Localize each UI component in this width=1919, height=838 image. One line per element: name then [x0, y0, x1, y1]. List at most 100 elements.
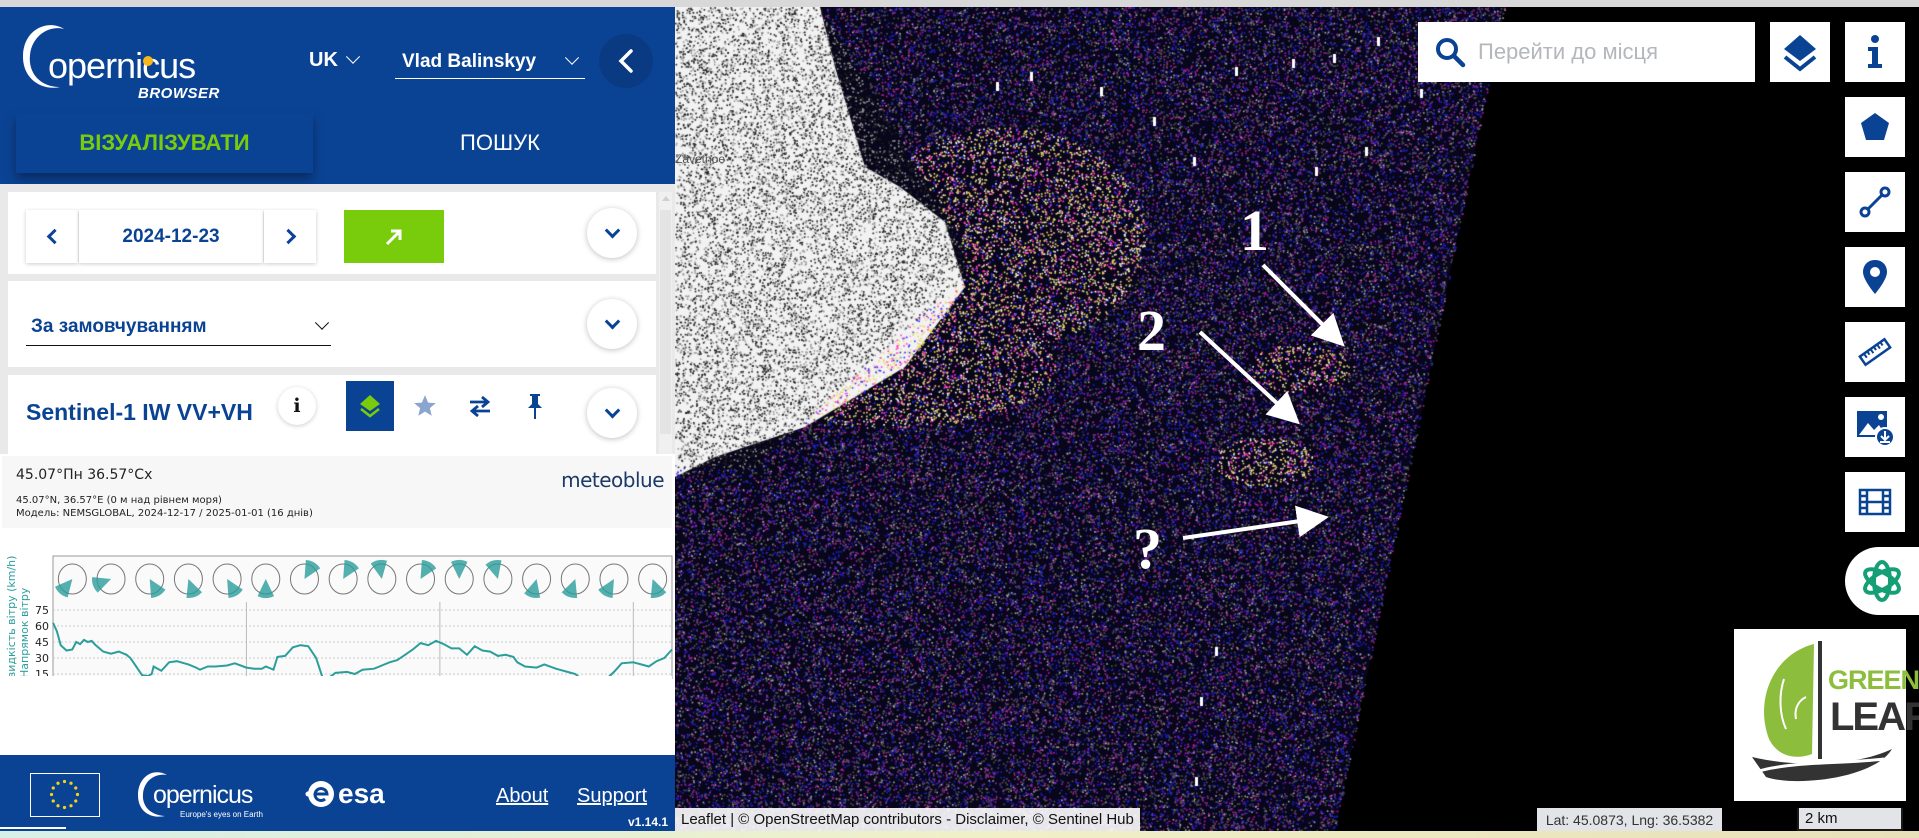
compare-button[interactable] — [456, 381, 504, 431]
esa-word: esa — [338, 778, 385, 809]
draw-line-button[interactable] — [1845, 172, 1905, 232]
layer-title: Sentinel-1 IW VV+VH — [26, 399, 253, 425]
copernicus-footer-logo[interactable]: opernicus Europe's eyes on Earth — [135, 767, 275, 822]
esa-emblem-icon — [305, 781, 334, 807]
panel-area: 2024-12-23 За замовчуванням Sentinel-1 I… — [0, 184, 675, 454]
go-to-date-button[interactable] — [344, 210, 444, 263]
eu-star-icon — [69, 804, 73, 808]
date-input[interactable]: 2024-12-23 — [79, 210, 263, 263]
meteoblue-widget: 45.07°Пн 36.57°Сх 45.07°N, 36.57°E (0 м … — [0, 454, 675, 762]
support-link[interactable]: Support — [577, 785, 647, 808]
favorite-button[interactable] — [401, 381, 449, 431]
tab-visualize-label: ВІЗУАЛІЗУВАТИ — [79, 130, 250, 155]
star-icon — [414, 395, 436, 416]
tab-visualize[interactable]: ВІЗУАЛІЗУВАТИ — [16, 113, 313, 173]
layer-info-button[interactable]: i — [278, 387, 316, 425]
chevron-down-icon — [314, 315, 330, 330]
copernicus-browser-logo[interactable]: opernicus BROWSER — [18, 17, 233, 102]
collapse-sidebar-button[interactable] — [599, 34, 653, 88]
timelapse-button[interactable] — [1845, 472, 1905, 532]
chevron-down-icon — [604, 402, 620, 418]
compare-icon — [469, 395, 491, 418]
sidebar-footer: opernicus Europe's eyes on Earth esa Abo… — [0, 755, 675, 831]
measure-button[interactable] — [1845, 322, 1905, 382]
meteoblue-coordinates: 45.07°Пн 36.57°Сх — [16, 467, 153, 483]
about-link[interactable]: About — [496, 785, 548, 808]
footer-logo-word: opernicus — [153, 781, 253, 809]
expand-date-button[interactable] — [587, 208, 637, 258]
y-axis-label-direction: Напрямок вітру — [18, 587, 31, 678]
chevron-left-icon — [46, 228, 62, 245]
polygon-icon — [1861, 113, 1889, 140]
arrow-2-icon — [1198, 330, 1300, 425]
line-icon — [1859, 186, 1891, 218]
info-button[interactable] — [1845, 22, 1905, 82]
eu-star-icon — [51, 786, 55, 790]
eu-stars-icon — [49, 779, 80, 810]
wind-chart: 0153045607517181920212223242526272829303… — [5, 555, 673, 679]
expand-theme-button[interactable] — [587, 299, 637, 349]
eu-star-icon — [62, 805, 67, 810]
place-search-input[interactable] — [1478, 39, 1738, 65]
attribution-text[interactable]: Leaflet | © OpenStreetMap contributors -… — [681, 811, 1134, 828]
tab-search[interactable]: ПОШУК — [350, 113, 650, 173]
date-card: 2024-12-23 — [8, 192, 656, 274]
esa-logo[interactable]: esa — [305, 777, 385, 811]
arrow-question-icon — [1182, 505, 1329, 540]
logo-green-text: GREEN — [1828, 665, 1919, 695]
user-menu[interactable]: Vlad Balinskyy — [395, 45, 585, 79]
meteoblue-model: Модель: NEMSGLOBAL, 2024-12-17 / 2025-01… — [16, 508, 313, 519]
pin-button[interactable] — [511, 381, 559, 431]
chevron-down-icon — [604, 222, 620, 238]
panel-scrollbar[interactable] — [659, 192, 672, 454]
version-label: v1.14.1 — [628, 815, 669, 829]
sidebar-header: opernicus BROWSER UK Vlad Balinskyy ВІЗУ… — [0, 7, 675, 184]
theme-select-value: За замовчуванням — [31, 316, 207, 337]
download-image-button[interactable] — [1845, 397, 1905, 457]
footer-divider — [0, 827, 66, 829]
meteoblue-logo[interactable]: meteoblue — [561, 468, 664, 492]
logo-subtitle: BROWSER — [138, 85, 220, 102]
logo-word: opernicus — [48, 45, 196, 86]
info-icon: i — [293, 395, 301, 417]
expand-layer-button[interactable] — [587, 388, 637, 438]
map-scale: 2 km — [1797, 808, 1903, 831]
eu-star-icon — [49, 792, 54, 797]
arrow-1-icon — [1261, 263, 1345, 347]
layer-card: Sentinel-1 IW VV+VH i — [8, 375, 656, 454]
sidebar: opernicus BROWSER UK Vlad Balinskyy ВІЗУ… — [0, 7, 675, 838]
y-tick-label: 30 — [35, 652, 49, 665]
pin-icon — [528, 394, 542, 419]
next-date-button[interactable] — [264, 210, 316, 263]
y-tick-label: 45 — [35, 636, 49, 649]
info-icon — [1868, 35, 1882, 68]
chevron-down-icon — [564, 50, 580, 65]
theme-select[interactable]: За замовчуванням — [26, 309, 331, 346]
eu-star-icon — [51, 799, 55, 803]
y-axis-label: Швидкість вітру (km/h) — [5, 556, 18, 679]
location-pin-icon — [1863, 260, 1887, 294]
draw-polygon-button[interactable] — [1845, 97, 1905, 157]
place-search[interactable] — [1418, 22, 1755, 82]
eu-star-icon — [56, 804, 60, 808]
scrollbar-thumb[interactable] — [660, 210, 671, 434]
tab-search-label: ПОШУК — [460, 130, 540, 155]
map-place-label: Zavetnoe — [675, 152, 726, 166]
eu-star-icon — [69, 781, 73, 785]
chevron-down-icon — [345, 49, 360, 64]
eu-star-icon — [74, 786, 78, 790]
cursor-coordinates: Lat: 45.0873, Lng: 36.5382 — [1537, 808, 1722, 831]
layers-icon — [360, 395, 380, 418]
language-selector[interactable]: UK — [309, 49, 360, 72]
eu-star-icon — [62, 779, 67, 784]
map-attribution: Leaflet | © OpenStreetMap contributors -… — [675, 808, 1140, 831]
layer-visualize-button[interactable] — [346, 381, 394, 431]
chart-frame — [52, 555, 673, 679]
ai-assistant-button[interactable] — [1845, 547, 1919, 615]
previous-date-button[interactable] — [26, 210, 78, 263]
layers-control-button[interactable] — [1770, 22, 1830, 82]
annotation-label-question: ? — [1133, 516, 1162, 581]
map-view[interactable] — [675, 7, 1919, 831]
theme-card: За замовчуванням — [8, 281, 656, 367]
place-marker-button[interactable] — [1845, 247, 1905, 307]
